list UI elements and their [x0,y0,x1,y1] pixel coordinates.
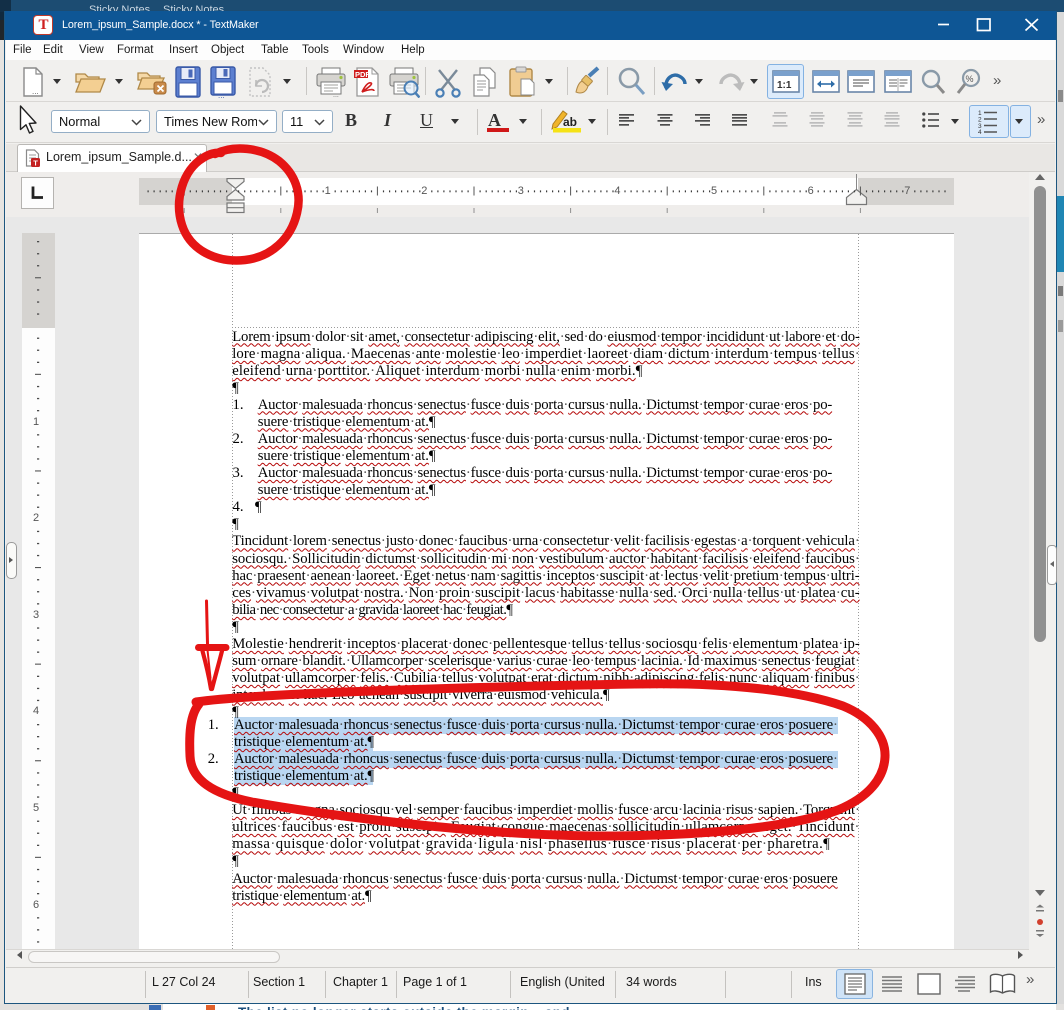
svg-text:PDF: PDF [355,70,370,79]
svg-text:...: ... [218,91,225,98]
svg-text:1:1: 1:1 [777,80,792,91]
svg-text:...: ... [32,87,39,96]
svg-text:T: T [33,159,38,168]
svg-text:%: % [966,74,974,84]
svg-text:4: 4 [978,129,982,134]
svg-text:...: ... [333,92,339,98]
svg-text:ab: ab [563,115,577,129]
